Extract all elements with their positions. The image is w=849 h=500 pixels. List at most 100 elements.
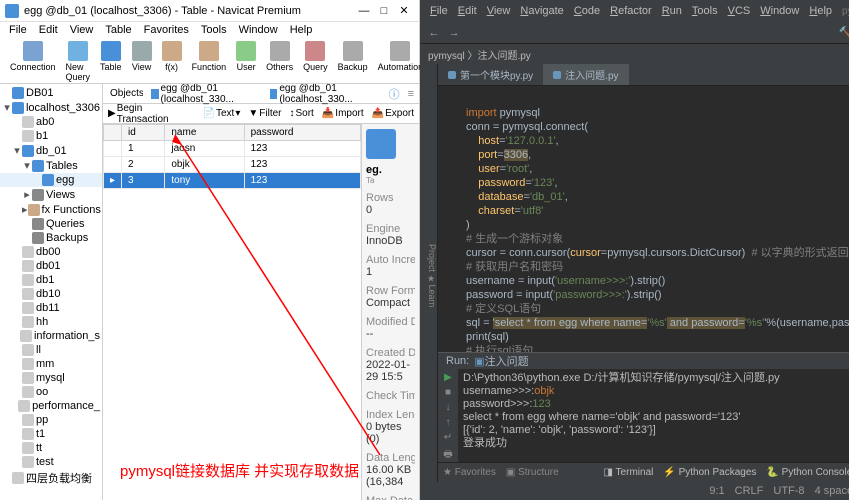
pc-menu-vcs[interactable]: VCS <box>723 5 756 17</box>
maximize-button[interactable]: □ <box>374 5 394 17</box>
tree-item[interactable]: Backups <box>0 231 102 245</box>
pc-menu-help[interactable]: Help <box>804 5 837 17</box>
code-editor[interactable]: import pymysqlconn = pymysql.connect( ho… <box>438 104 849 352</box>
tree-item[interactable]: t1 <box>0 427 102 441</box>
tree-item[interactable]: Queries <box>0 217 102 231</box>
table-row[interactable]: 1jaosn123 <box>104 141 361 157</box>
rerun-button[interactable]: ▶ <box>444 372 452 383</box>
tree-item[interactable]: hh <box>0 315 102 329</box>
tool-others[interactable]: Others <box>261 41 298 82</box>
pc-menu-run[interactable]: Run <box>657 5 687 17</box>
menu-tools[interactable]: Tools <box>195 22 233 40</box>
pc-menu-tools[interactable]: Tools <box>687 5 723 17</box>
pc-menu-navigate[interactable]: Navigate <box>515 5 568 17</box>
table-row[interactable]: ▸3tony123 <box>104 173 361 189</box>
filter-button[interactable]: ▼ Filter <box>248 108 281 119</box>
tool-connection[interactable]: Connection <box>5 41 61 82</box>
connection-tree[interactable]: DB01▾localhost_3306ab0b1▾db_01▾Tablesegg… <box>0 84 103 500</box>
tool-view[interactable]: View <box>127 41 157 82</box>
tool-query[interactable]: Query <box>298 41 333 82</box>
tab[interactable]: Objects <box>108 88 143 99</box>
tree-item[interactable]: db01 <box>0 259 102 273</box>
menu-favorites[interactable]: Favorites <box>138 22 195 40</box>
tree-item[interactable]: ab0 <box>0 115 102 129</box>
left-gutter[interactable]: Project ★Learn <box>420 64 438 482</box>
text-button[interactable]: 📄 Text ▾ <box>203 108 241 119</box>
tree-item[interactable]: db11 <box>0 301 102 315</box>
pc-menu-code[interactable]: Code <box>569 5 605 17</box>
tab[interactable]: egg @db_01 (localhost_330... <box>270 84 381 105</box>
forward-button[interactable]: → <box>445 24 463 42</box>
tree-item[interactable]: oo <box>0 385 102 399</box>
tree-item[interactable]: egg <box>0 173 102 187</box>
minimize-button[interactable]: — <box>354 5 374 17</box>
tool-f(x)[interactable]: f(x) <box>157 41 187 82</box>
close-button[interactable]: ✕ <box>394 4 414 17</box>
tool-new query[interactable]: New Query <box>61 41 96 82</box>
tree-item[interactable]: db10 <box>0 287 102 301</box>
tree-item[interactable]: pp <box>0 413 102 427</box>
data-table[interactable]: idnamepassword 1jaosn1232objk123▸3tony12… <box>103 124 361 500</box>
tree-item[interactable]: 四层负载均衡 <box>0 469 102 487</box>
status-item[interactable]: 9:1 <box>709 485 724 497</box>
status-item[interactable]: 4 spaces <box>815 485 849 497</box>
menu-edit[interactable]: Edit <box>33 22 64 40</box>
tool-backup[interactable]: Backup <box>333 41 373 82</box>
tree-item[interactable]: information_s <box>0 329 102 343</box>
column-header[interactable]: password <box>244 125 360 141</box>
editor-tab[interactable]: 第一个模块py.py <box>438 64 543 85</box>
sort-button[interactable]: ↕ Sort <box>290 108 314 119</box>
menu-help[interactable]: Help <box>284 22 319 40</box>
down-button[interactable]: ↓ <box>446 402 451 413</box>
tree-item[interactable]: DB01 <box>0 86 102 100</box>
structure-icon[interactable]: ▣ Structure <box>506 467 559 478</box>
stop-run-button[interactable]: ■ <box>445 387 451 398</box>
import-button[interactable]: 📥 Import <box>322 108 364 119</box>
editor-inspections[interactable]: ⚠ 4 ● 3 ^ ∨ <box>438 86 849 104</box>
tool-table[interactable]: Table <box>95 41 127 82</box>
column-header[interactable]: name <box>165 125 244 141</box>
menu-file[interactable]: File <box>3 22 33 40</box>
back-button[interactable]: ← <box>425 24 443 42</box>
menu-table[interactable]: Table <box>99 22 137 40</box>
wrap-button[interactable]: ↵ <box>444 432 452 443</box>
tree-item[interactable]: performance_ <box>0 399 102 413</box>
export-button[interactable]: 📤 Export <box>372 108 414 119</box>
bottom-tab[interactable]: 🐍 Python Console <box>766 467 849 478</box>
tree-item[interactable]: mysql <box>0 371 102 385</box>
tree-item[interactable]: test <box>0 455 102 469</box>
pc-menu-refactor[interactable]: Refactor <box>605 5 657 17</box>
status-item[interactable]: UTF-8 <box>773 485 804 497</box>
tree-item[interactable]: tt <box>0 441 102 455</box>
tree-item[interactable]: ▾localhost_3306 <box>0 100 102 115</box>
pc-menu-view[interactable]: View <box>482 5 516 17</box>
tree-item[interactable]: ll <box>0 343 102 357</box>
tool-user[interactable]: User <box>231 41 261 82</box>
info-icon[interactable]: ⓘ <box>389 86 400 102</box>
run-header[interactable]: Run: ▣ 注入问题 ✿ — <box>438 353 849 369</box>
tree-item[interactable]: mm <box>0 357 102 371</box>
tree-item[interactable]: ▾db_01 <box>0 143 102 158</box>
tree-item[interactable]: ▸Views <box>0 187 102 202</box>
status-item[interactable]: CRLF <box>735 485 764 497</box>
menu-view[interactable]: View <box>64 22 100 40</box>
bottom-tab[interactable]: ◨ Terminal <box>604 467 654 478</box>
pc-menu-edit[interactable]: Edit <box>453 5 482 17</box>
tree-item[interactable]: db00 <box>0 245 102 259</box>
tree-item[interactable]: ▾Tables <box>0 158 102 173</box>
bottom-tab[interactable]: ⚡ Python Packages <box>663 467 756 478</box>
begin-transaction-button[interactable]: ▶ Begin Transaction <box>108 103 195 125</box>
panel-icon[interactable]: ≡ <box>408 88 414 100</box>
menu-window[interactable]: Window <box>233 22 284 40</box>
favorites-icon[interactable]: ★ Favorites <box>443 467 496 478</box>
table-row[interactable]: 2objk123 <box>104 157 361 173</box>
tree-item[interactable]: db1 <box>0 273 102 287</box>
breadcrumb[interactable]: pymysql 〉注入问题.py <box>420 44 849 64</box>
pc-menu-file[interactable]: File <box>425 5 453 17</box>
editor-tab[interactable]: 注入问题.py <box>543 64 628 85</box>
pc-menu-window[interactable]: Window <box>755 5 804 17</box>
up-button[interactable]: ↑ <box>446 417 451 428</box>
tree-item[interactable]: b1 <box>0 129 102 143</box>
tool-function[interactable]: Function <box>187 41 232 82</box>
build-button[interactable]: 🔨 <box>836 24 849 42</box>
